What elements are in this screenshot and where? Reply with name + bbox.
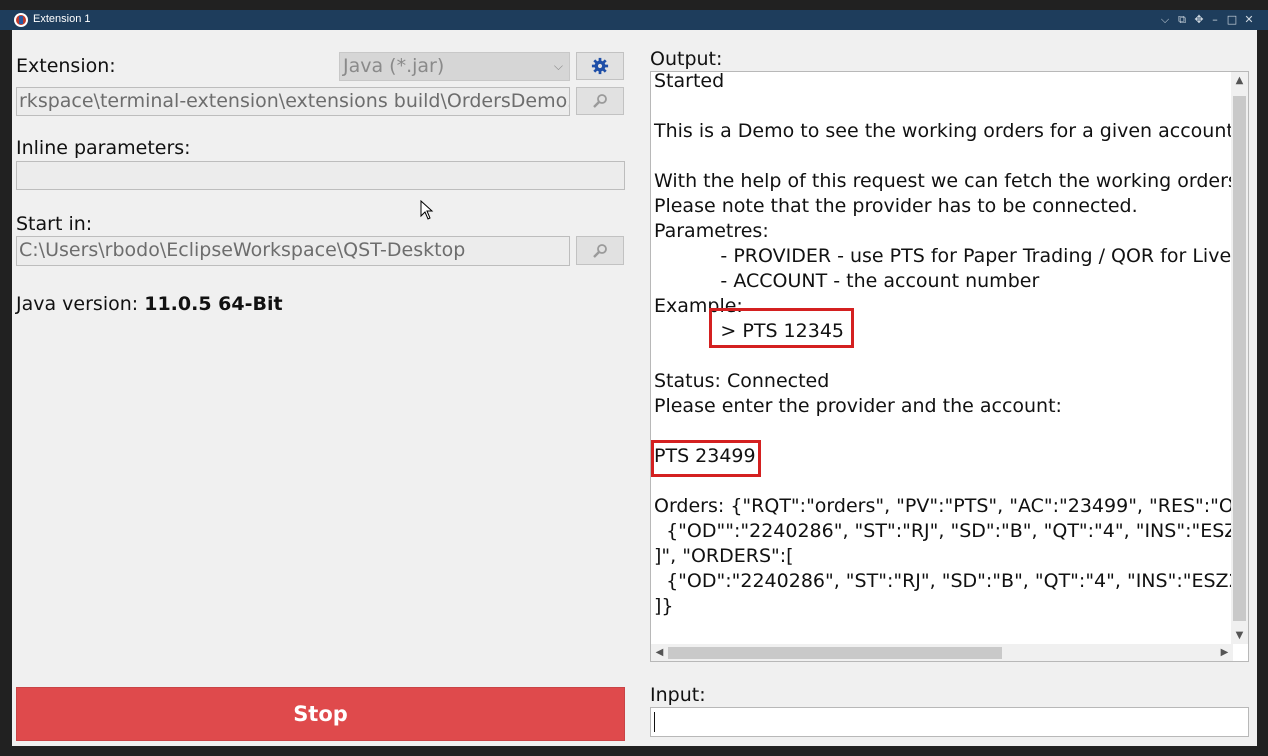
output-line: This is a Demo to see the working orders…: [654, 120, 1240, 142]
output-line: With the help of this request we can fet…: [654, 170, 1249, 192]
extension-type-select[interactable]: Java (*.jar) ⌵: [339, 52, 570, 81]
vertical-scroll-thumb[interactable]: [1233, 96, 1246, 621]
mouse-cursor-icon: [420, 200, 434, 220]
move-icon[interactable]: ✥: [1191, 12, 1207, 28]
output-console[interactable]: Started This is a Demo to see the workin…: [650, 71, 1249, 662]
output-line: {"OD"":"2240286", "ST":"RJ", "SD":"B", "…: [654, 520, 1249, 542]
inline-parameters-input[interactable]: [16, 161, 625, 190]
console-input[interactable]: [650, 707, 1249, 737]
output-line: Status: Connected: [654, 370, 830, 392]
output-line: Please enter the provider and the accoun…: [654, 395, 1062, 417]
search-icon: [593, 94, 607, 108]
extension-path-field[interactable]: rkspace\terminal-extension\extensions bu…: [16, 87, 570, 116]
gear-icon: [591, 57, 609, 75]
output-line: ]}: [654, 595, 674, 617]
extension-settings-button[interactable]: [576, 52, 624, 80]
start-in-field[interactable]: C:\Users\rbodo\EclipseWorkspace\QST-Desk…: [16, 236, 570, 266]
output-vertical-scrollbar[interactable]: ▲ ▼: [1231, 72, 1248, 644]
extension-path-value: rkspace\terminal-extension\extensions bu…: [19, 90, 570, 112]
output-line: - ACCOUNT - the account number: [654, 270, 1040, 292]
output-line: ]", "ORDERS":[: [654, 545, 794, 567]
search-icon: [593, 243, 607, 258]
java-version: Java version: 11.0.5 64-Bit: [16, 293, 283, 315]
java-version-label: Java version:: [16, 293, 139, 315]
output-line: Parametres:: [654, 220, 769, 242]
output-horizontal-scrollbar[interactable]: ◀ ▶: [651, 644, 1233, 661]
extension-type-value: Java (*.jar): [343, 55, 445, 77]
stop-button[interactable]: Stop: [16, 687, 625, 741]
horizontal-scroll-thumb[interactable]: [668, 647, 1002, 659]
minimize-icon[interactable]: –: [1207, 12, 1223, 28]
output-line: Please note that the provider has to be …: [654, 195, 1138, 217]
output-line: Orders: {"RQT":"orders", "PV":"PTS", "AC…: [654, 495, 1249, 517]
java-version-value: 11.0.5 64-Bit: [144, 293, 283, 315]
output-line: Started: [654, 71, 725, 92]
scroll-down-icon[interactable]: ▼: [1231, 627, 1248, 644]
maximize-icon[interactable]: □: [1224, 12, 1240, 28]
view-menu-icon[interactable]: ⌵: [1157, 12, 1173, 28]
scroll-up-icon[interactable]: ▲: [1231, 72, 1248, 89]
start-in-label: Start in:: [16, 213, 93, 235]
output-line: - PROVIDER - use PTS for Paper Trading /…: [654, 245, 1249, 267]
output-label: Output:: [650, 48, 723, 70]
browse-extension-button[interactable]: [576, 87, 624, 115]
restore-layout-icon[interactable]: ⧉: [1174, 12, 1190, 28]
input-highlight-box: [651, 440, 761, 477]
start-in-value: C:\Users\rbodo\EclipseWorkspace\QST-Desk…: [19, 239, 466, 261]
scroll-left-icon[interactable]: ◀: [651, 644, 668, 661]
chevron-down-icon: ⌵: [553, 59, 563, 73]
inline-parameters-label: Inline parameters:: [16, 137, 191, 159]
input-label: Input:: [650, 684, 706, 706]
example-highlight-box: [709, 308, 854, 348]
extension-panel: Extension: Java (*.jar) ⌵ rkspace\termin…: [12, 30, 1257, 746]
window-title: Extension 1: [33, 13, 91, 25]
scroll-right-icon[interactable]: ▶: [1216, 644, 1233, 661]
output-line: {"OD":"2240286", "ST":"RJ", "SD":"B", "Q…: [654, 570, 1249, 592]
text-caret: [654, 712, 655, 732]
app-icon: [14, 13, 28, 27]
extension-label: Extension:: [16, 55, 116, 77]
close-icon[interactable]: ✕: [1241, 12, 1257, 28]
title-bar: Extension 1 ⌵ ⧉ ✥ – □ ✕: [0, 10, 1268, 30]
browse-start-in-button[interactable]: [576, 236, 624, 265]
